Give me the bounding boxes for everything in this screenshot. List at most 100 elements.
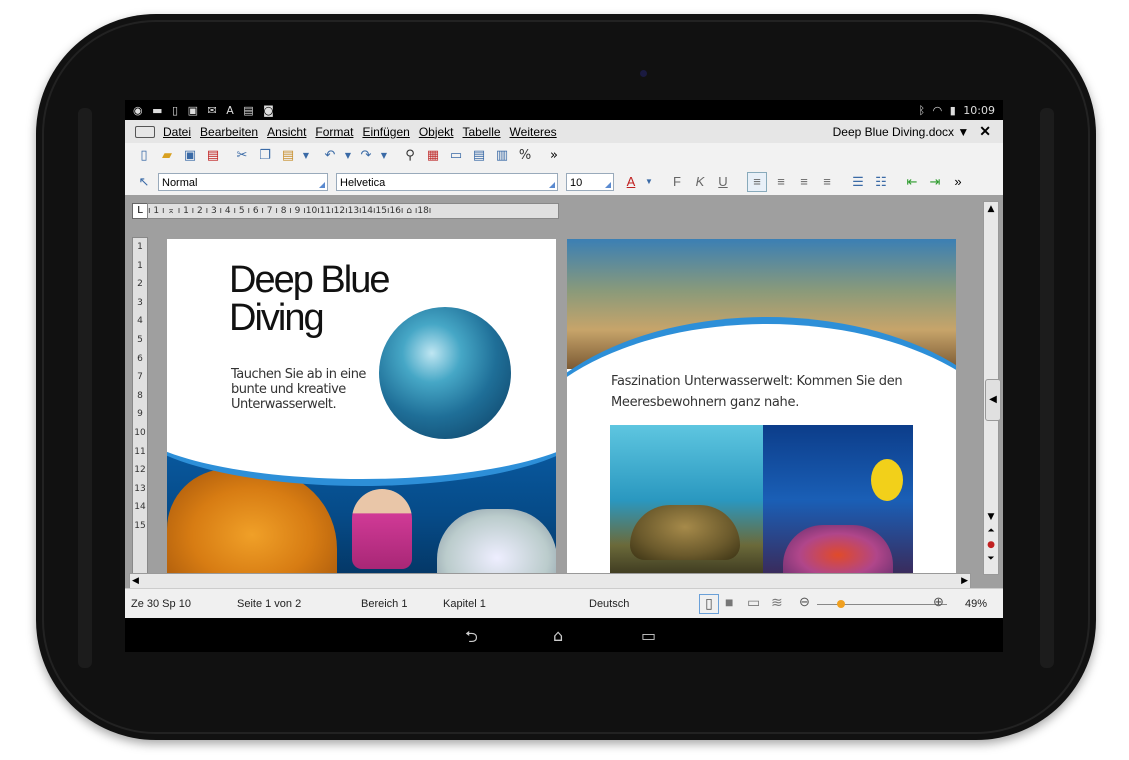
speaker-right: [1040, 108, 1054, 668]
align-center-icon[interactable]: ≡: [772, 173, 790, 191]
single-page-view-icon[interactable]: ▯: [699, 594, 719, 614]
home-icon[interactable]: ⌂: [553, 626, 563, 645]
zoom-in-icon[interactable]: ⊕: [933, 594, 944, 610]
undo-dropdown-icon[interactable]: ▼: [344, 147, 352, 165]
menu-tabelle[interactable]: Tabelle: [463, 125, 501, 139]
vruler-mark: 12: [134, 465, 146, 476]
page-body-text: Faszination Unterwasserwelt: Kommen Sie …: [611, 374, 903, 410]
paragraph-style-select[interactable]: Normal: [158, 173, 328, 191]
zoom-out-icon[interactable]: ⊖: [799, 594, 810, 610]
font-select[interactable]: Helvetica: [336, 173, 558, 191]
bullet-list-icon[interactable]: ☰: [849, 173, 867, 191]
cut-icon[interactable]: ✂: [233, 147, 251, 165]
vruler-mark: 5: [137, 334, 143, 345]
chapter-indicator: Kapitel 1: [443, 598, 486, 610]
scroll-track[interactable]: [984, 216, 998, 510]
zoom-100-icon[interactable]: ▦: [424, 147, 442, 165]
page-view-icon[interactable]: ▤: [470, 147, 488, 165]
android-status-bar: ◉ ▬ ▯ ▣ ✉ A ▤ ◙ ᛒ ◠ ▮ 10:09: [125, 100, 1003, 120]
horizontal-scrollbar[interactable]: ◀ ▶: [129, 573, 971, 589]
redo-dropdown-icon[interactable]: ▼: [380, 147, 388, 165]
back-icon[interactable]: ⮌: [465, 626, 478, 652]
title-line-1: Deep Blue: [229, 259, 390, 301]
scroll-up-icon[interactable]: ▲: [984, 202, 998, 216]
zoom-slider-handle[interactable]: [837, 600, 845, 608]
sidebar-toggle-icon[interactable]: ◀: [985, 379, 1001, 421]
zoom-level[interactable]: 49%: [965, 598, 987, 610]
fish-photo: [763, 425, 913, 573]
vruler-mark: 7: [137, 372, 143, 383]
front-camera: [640, 70, 647, 77]
bold-button[interactable]: F: [668, 173, 686, 191]
page-indicator[interactable]: Seite 1 von 2: [237, 598, 301, 610]
scroll-right-icon[interactable]: ▶: [961, 574, 968, 588]
keyboard-icon[interactable]: [135, 125, 155, 138]
horizontal-ruler[interactable]: ı 1 ı ⌅ ı 1 ı 2 ı 3 ı 4 ı 5 ı 6 ı 7 ı 8 …: [147, 203, 559, 219]
redo-icon[interactable]: ↷: [357, 147, 375, 165]
open-folder-icon[interactable]: ▰: [158, 147, 176, 165]
font-size-select[interactable]: 10: [566, 173, 614, 191]
previous-page-icon[interactable]: ⏶: [984, 524, 998, 538]
table-view-icon[interactable]: ▥: [493, 147, 511, 165]
menu-objekt[interactable]: Objekt: [419, 125, 454, 139]
paste-dropdown-icon[interactable]: ▼: [302, 147, 310, 165]
new-document-icon[interactable]: ▯: [135, 147, 153, 165]
search-binoculars-icon[interactable]: ⚲: [401, 147, 419, 165]
navigation-dot-icon[interactable]: ●: [984, 538, 998, 552]
select-pointer-icon[interactable]: ↖: [135, 173, 153, 191]
format-more-button[interactable]: »: [949, 173, 967, 191]
italic-button[interactable]: K: [691, 173, 709, 191]
menu-format[interactable]: Format: [315, 125, 353, 139]
undo-icon[interactable]: ↶: [321, 147, 339, 165]
book-view-icon[interactable]: ▭: [747, 594, 760, 611]
next-page-icon[interactable]: ⏷: [984, 552, 998, 566]
standard-toolbar: ▯ ▰ ▣ ▤ ✂ ❐ ▤ ▼ ↶ ▼ ↷ ▼ ⚲ ▦ ▭ ▤ ▥ % »: [125, 143, 1003, 169]
menu-ansicht[interactable]: Ansicht: [267, 125, 306, 139]
title-line-2: Diving: [229, 297, 325, 339]
status-notification-icons: ◉ ▬ ▯ ▣ ✉ A ▤ ◙: [133, 104, 280, 117]
document-page-2[interactable]: Faszination Unterwasserwelt: Kommen Sie …: [567, 239, 956, 573]
menu-weiteres[interactable]: Weiteres: [510, 125, 557, 139]
menu-bearbeiten[interactable]: Bearbeiten: [200, 125, 258, 139]
format-toolbar: ↖ Normal Helvetica 10 A ▼ F K U ≡ ≡ ≡ ≡ …: [125, 169, 1003, 196]
briefcase-icon: ▤: [243, 103, 254, 117]
paste-icon[interactable]: ▤: [279, 147, 297, 165]
android-nav-bar: ⮌ ⌂ ▭: [125, 618, 1003, 652]
layers-view-icon[interactable]: ≋: [771, 594, 783, 611]
clock: 10:09: [963, 103, 995, 117]
view-icon[interactable]: ▭: [447, 147, 465, 165]
recent-apps-icon[interactable]: ▭: [641, 626, 656, 645]
zoom-percent-icon[interactable]: %: [516, 147, 534, 165]
page-subtitle: Tauchen Sie ab in eine bunte und kreativ…: [231, 367, 366, 412]
align-justify-icon[interactable]: ≡: [818, 173, 836, 191]
close-document-button[interactable]: ✕: [979, 123, 991, 140]
wifi-icon: ◠: [932, 103, 943, 117]
vertical-ruler[interactable]: 1 1 2 3 4 5 6 7 8 9 10 11 12 13 14 15: [132, 237, 148, 574]
save-icon[interactable]: ▣: [181, 147, 199, 165]
numbered-list-icon[interactable]: ☷: [872, 173, 890, 191]
bluetooth-icon: ᛒ: [918, 103, 926, 117]
reef-aerial-circle-photo: [379, 307, 511, 439]
document-page-1[interactable]: Deep Blue Diving Tauchen Sie ab in eine …: [167, 239, 556, 573]
multi-page-view-icon[interactable]: ■: [725, 594, 733, 610]
tab-stop-selector[interactable]: L: [132, 203, 148, 219]
toolbar-more-button[interactable]: »: [545, 147, 563, 165]
align-right-icon[interactable]: ≡: [795, 173, 813, 191]
section-indicator: Bereich 1: [361, 598, 408, 610]
pdf-export-icon[interactable]: ▤: [204, 147, 222, 165]
increase-indent-icon[interactable]: ⇥: [926, 173, 944, 191]
language-indicator[interactable]: Deutsch: [589, 598, 629, 610]
font-color-dropdown-icon[interactable]: ▼: [645, 173, 653, 191]
menu-datei[interactable]: Datei: [163, 125, 191, 139]
decrease-indent-icon[interactable]: ⇤: [903, 173, 921, 191]
underline-button[interactable]: U: [714, 173, 732, 191]
status-line: Ze 30 Sp 10 Seite 1 von 2 Bereich 1 Kapi…: [125, 588, 1003, 619]
scroll-down-icon[interactable]: ▼: [984, 510, 998, 524]
status-system-icons: ᛒ ◠ ▮ 10:09: [915, 104, 995, 117]
menu-einfuegen[interactable]: Einfügen: [362, 125, 409, 139]
align-left-icon[interactable]: ≡: [747, 172, 767, 192]
document-title-dropdown[interactable]: Deep Blue Diving.docx ▼: [833, 125, 970, 139]
font-color-icon[interactable]: A: [622, 173, 640, 191]
scroll-left-icon[interactable]: ◀: [132, 574, 139, 588]
copy-icon[interactable]: ❐: [256, 147, 274, 165]
